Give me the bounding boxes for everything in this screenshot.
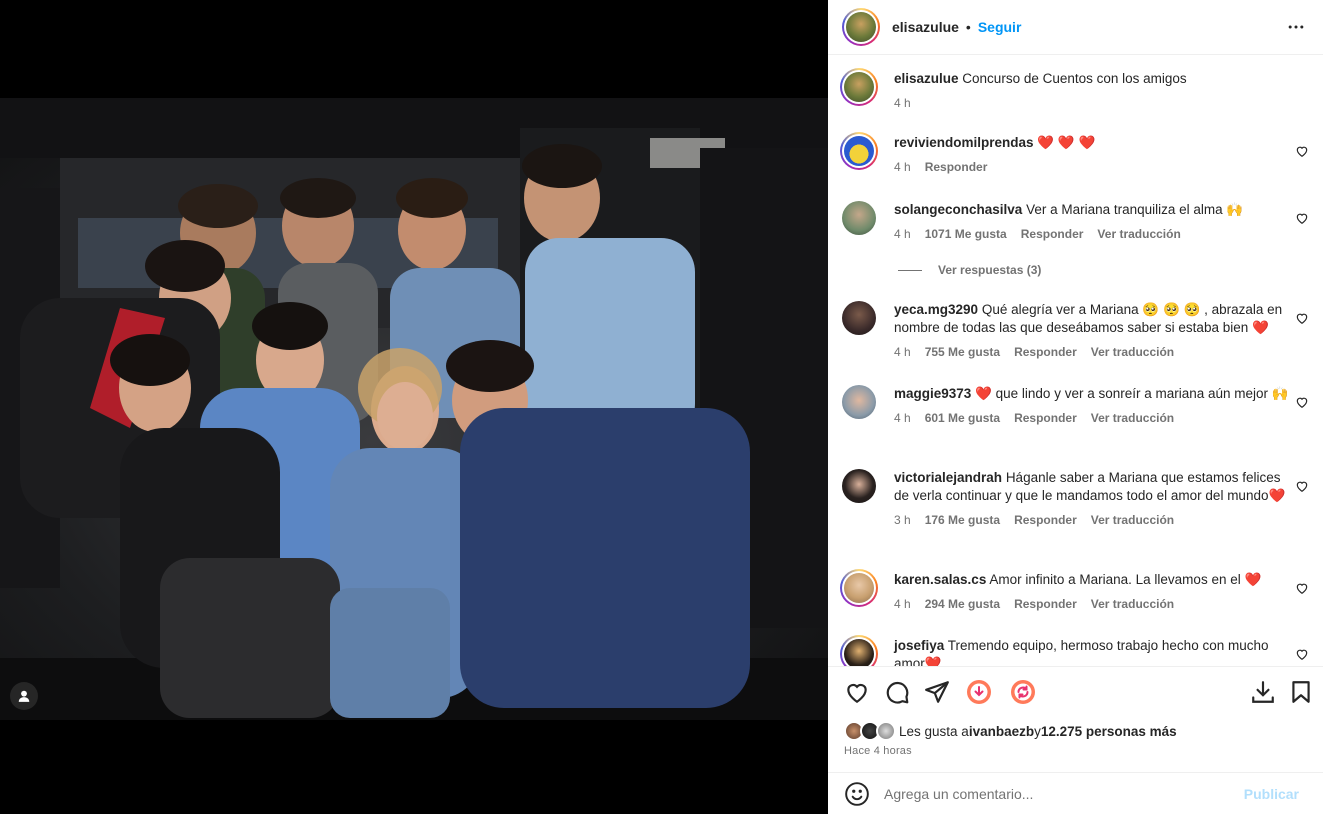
caption-avatar[interactable] — [840, 68, 878, 106]
likes-summary[interactable]: Les gusta a ivanbaezb y 12.275 personas … — [844, 721, 1177, 741]
comment-heart-emoji: ❤️ — [1252, 320, 1269, 335]
send-icon[interactable] — [924, 679, 950, 705]
heart-icon[interactable] — [844, 679, 870, 705]
comment-username[interactable]: karen.salas.cs — [894, 572, 986, 587]
view-replies-button[interactable]: Ver respuestas (3) — [898, 263, 1041, 277]
comment-likes[interactable]: 176 Me gusta — [925, 511, 1000, 529]
comment-like-heart-icon[interactable] — [1295, 311, 1309, 325]
user-tag-icon[interactable] — [10, 682, 38, 710]
translate-button[interactable]: Ver traducción — [1091, 595, 1174, 613]
translate-button[interactable]: Ver traducción — [1091, 409, 1174, 427]
comment-time[interactable]: 4 h — [894, 158, 911, 176]
smiley-icon[interactable] — [844, 781, 870, 807]
comment-username[interactable]: maggie9373 — [894, 386, 971, 401]
replies-divider — [898, 269, 922, 271]
comment-time[interactable]: 4 h — [894, 225, 911, 243]
comment-avatar[interactable] — [840, 132, 878, 170]
likes-others[interactable]: 12.275 personas más — [1041, 724, 1177, 739]
comment-heart-emoji: ❤️ — [924, 656, 942, 666]
comment-like-heart-icon[interactable] — [1295, 144, 1309, 158]
reply-button[interactable]: Responder — [1014, 343, 1077, 361]
reply-button[interactable]: Responder — [925, 158, 988, 176]
download-circle-icon[interactable] — [966, 679, 992, 705]
post-actions: Les gusta a ivanbaezb y 12.275 personas … — [828, 666, 1323, 772]
comment-time[interactable]: 3 h — [894, 511, 911, 529]
likes-user[interactable]: ivanbaezb — [969, 724, 1034, 739]
likers-avatars — [844, 721, 896, 741]
comment-avatar[interactable] — [842, 301, 876, 335]
follow-button[interactable]: Seguir — [978, 19, 1022, 35]
download-icon[interactable] — [1250, 679, 1276, 705]
instagram-post-modal: elisazulue • Seguir elisazulue Concurso … — [0, 0, 1323, 814]
caption-text: Concurso de Cuentos con los amigos — [962, 71, 1187, 86]
comment-likes[interactable]: 755 Me gusta — [925, 343, 1000, 361]
post-photo[interactable] — [0, 98, 828, 720]
comment-avatar[interactable] — [842, 385, 876, 419]
author-avatar[interactable] — [842, 8, 880, 46]
translate-button[interactable]: Ver traducción — [1097, 225, 1180, 243]
sync-circle-icon[interactable] — [1010, 679, 1036, 705]
comment-hearts: ❤️ ❤️ ❤️ — [1037, 135, 1096, 150]
comment-input[interactable] — [884, 785, 1244, 802]
view-replies-label: Ver respuestas (3) — [938, 263, 1042, 277]
likes-prefix: Les gusta a — [899, 723, 969, 739]
comment-like-heart-icon[interactable] — [1295, 395, 1309, 409]
comment-username[interactable]: solangeconchasilva — [894, 202, 1022, 217]
action-row — [844, 679, 1310, 707]
comment-time[interactable]: 4 h — [894, 343, 911, 361]
media-area — [0, 0, 828, 814]
comment-avatar[interactable] — [842, 469, 876, 503]
translate-button[interactable]: Ver traducción — [1091, 343, 1174, 361]
post-side-panel: elisazulue • Seguir elisazulue Concurso … — [828, 0, 1323, 814]
comment-composer: Publicar — [828, 772, 1323, 814]
comments-list[interactable]: elisazulue Concurso de Cuentos con los a… — [828, 56, 1323, 666]
caption-username[interactable]: elisazulue — [894, 71, 959, 86]
comment-avatar[interactable] — [842, 201, 876, 235]
caption-time[interactable]: 4 h — [894, 94, 911, 112]
comment-heart-emoji: ❤️ — [975, 386, 992, 401]
comment-heart-emoji: ❤️ — [1244, 572, 1262, 587]
comment-text: Amor infinito a Mariana. La llevamos en … — [989, 572, 1241, 587]
comment-time[interactable]: 4 h — [894, 409, 911, 427]
comment-text: Ver a Mariana tranquiliza el alma 🙌 — [1026, 202, 1244, 217]
reply-button[interactable]: Responder — [1014, 595, 1077, 613]
more-options-icon[interactable] — [1283, 14, 1309, 40]
comment-text: que lindo y ver a sonreír a mariana aún … — [995, 386, 1289, 401]
comment-username[interactable]: victorialejandrah — [894, 470, 1002, 485]
comment-likes[interactable]: 601 Me gusta — [925, 409, 1000, 427]
comment-likes[interactable]: 294 Me gusta — [925, 595, 1000, 613]
comment-username[interactable]: josefiya — [894, 638, 944, 653]
reply-button[interactable]: Responder — [1014, 511, 1077, 529]
publish-button[interactable]: Publicar — [1244, 786, 1299, 802]
author-username[interactable]: elisazulue — [892, 19, 959, 35]
comment-like-heart-icon[interactable] — [1295, 647, 1309, 661]
comment-text: Tremendo equipo, hermoso trabajo hecho c… — [894, 638, 1269, 666]
comment-icon[interactable] — [884, 679, 910, 705]
comment-like-heart-icon[interactable] — [1295, 581, 1309, 595]
post-header: elisazulue • Seguir — [828, 0, 1323, 55]
header-separator: • — [965, 19, 971, 35]
translate-button[interactable]: Ver traducción — [1091, 511, 1174, 529]
group-photo-illustration — [0, 98, 828, 720]
reply-button[interactable]: Responder — [1021, 225, 1084, 243]
post-timestamp[interactable]: Hace 4 horas — [844, 745, 912, 757]
comment-avatar[interactable] — [840, 635, 878, 666]
reply-button[interactable]: Responder — [1014, 409, 1077, 427]
comment-like-heart-icon[interactable] — [1295, 479, 1309, 493]
comment-like-heart-icon[interactable] — [1295, 211, 1309, 225]
comment-likes[interactable]: 1071 Me gusta — [925, 225, 1007, 243]
bookmark-icon[interactable] — [1288, 679, 1314, 705]
likes-middle: y — [1034, 723, 1041, 739]
comment-time[interactable]: 4 h — [894, 595, 911, 613]
comment-username[interactable]: yeca.mg3290 — [894, 302, 978, 317]
comment-heart-emoji: ❤️ — [1268, 488, 1286, 503]
liker-avatar — [876, 721, 896, 741]
comment-username[interactable]: reviviendomilprendas — [894, 135, 1034, 150]
comment-avatar[interactable] — [840, 569, 878, 607]
